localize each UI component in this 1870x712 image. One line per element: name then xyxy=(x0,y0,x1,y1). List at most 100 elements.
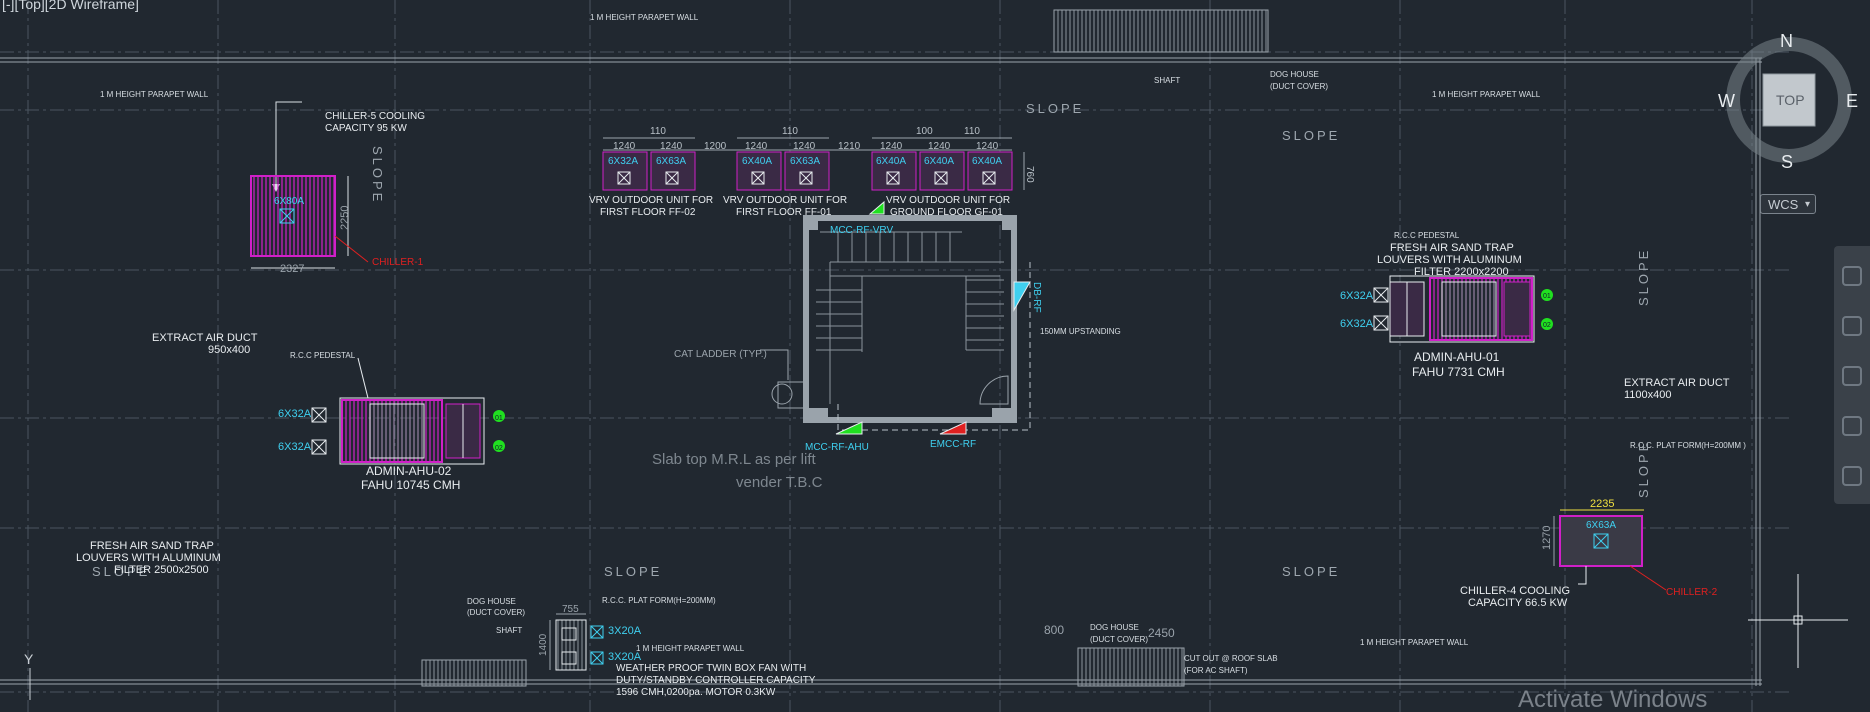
slope-label-4: SLOPE xyxy=(1282,564,1340,579)
chiller-5-dim-h: 2250 xyxy=(339,206,351,230)
mcc-rf-vrv-label: MCC-RF-VRV xyxy=(830,225,893,236)
navigation-bar xyxy=(1834,246,1870,504)
admin-ahu-01[interactable] xyxy=(1373,275,1553,343)
fan-breaker-2: 3X20A xyxy=(608,651,642,663)
ahu-02-grille-2-label: 02 xyxy=(495,445,503,452)
pan-icon[interactable] xyxy=(1842,316,1862,336)
mcc-rf-ahu-panel xyxy=(835,421,863,435)
cutout-label-1: CUT OUT @ ROOF SLAB xyxy=(1184,654,1278,663)
chiller-4-breaker: 6X63A xyxy=(1586,520,1616,531)
doghouse-top-label-2: (DUCT COVER) xyxy=(1270,82,1328,91)
compass-south[interactable]: S xyxy=(1781,152,1793,172)
rcc-plat-mid-label: R.C.C. PLAT FORM(H=200MM) xyxy=(602,596,716,605)
upstanding-label: 150MM UPSTANDING xyxy=(1040,327,1121,336)
extract-left-label-2: 950x400 xyxy=(208,344,250,356)
drawing-canvas[interactable]: 1 M HEIGHT PARAPET WALL 1 M HEIGHT PARAP… xyxy=(0,0,1870,712)
activate-windows-watermark: Activate Windows xyxy=(1518,686,1708,712)
cad-viewport[interactable]: 1 M HEIGHT PARAPET WALL 1 M HEIGHT PARAP… xyxy=(0,0,1870,712)
slope-vertical-1: SLOPE xyxy=(370,146,385,204)
ahu-02-grille-1-label: 01 xyxy=(495,415,503,422)
twin-box-fan[interactable] xyxy=(549,613,604,671)
chiller-5-label-2: CAPACITY 95 KW xyxy=(325,123,407,134)
ahu-02-label-2: FAHU 10745 CMH xyxy=(361,478,460,492)
shaft-top-label: SHAFT xyxy=(1154,76,1180,85)
cat-ladder-label: CAT LADDER (TYP.) xyxy=(674,349,767,360)
vrv-1-label-1: VRV OUTDOOR UNIT FOR xyxy=(589,195,713,206)
parapet-left-label: 1 M HEIGHT PARAPET WALL xyxy=(100,90,209,99)
hatch-block-bottom-mid xyxy=(1077,647,1185,687)
ahu-02-label-1: ADMIN-AHU-02 xyxy=(366,464,452,478)
crosshair-cursor xyxy=(1748,574,1848,668)
viewcube-top-label: TOP xyxy=(1776,92,1805,108)
vrv-dim-i: 1240 xyxy=(976,141,999,152)
chiller-4-label-1: CHILLER-4 COOLING xyxy=(1460,585,1570,597)
vrv-breaker-7: 6X40A xyxy=(972,156,1002,167)
compass-west[interactable]: W xyxy=(1718,91,1735,111)
parapet-bottom-right-label: 1 M HEIGHT PARAPET WALL xyxy=(1360,638,1469,647)
vrv-breaker-2: 6X63A xyxy=(656,156,686,167)
orbit-icon[interactable] xyxy=(1842,416,1862,436)
slope-vertical-3: SLOPE xyxy=(1636,440,1651,498)
door-swing xyxy=(979,375,1009,405)
stair-treads xyxy=(816,231,1004,404)
emcc-rf-label: EMCC-RF xyxy=(930,439,976,450)
slope-label-1: SLOPE xyxy=(1026,101,1084,116)
viewport-controls-label[interactable]: [-][Top][2D Wireframe] xyxy=(2,0,139,12)
showmotion-icon[interactable] xyxy=(1842,466,1862,486)
compass-north[interactable]: N xyxy=(1780,31,1793,51)
doghouse-bm-label-2: (DUCT COVER) xyxy=(1090,635,1148,644)
ucs-y-axis-label: Y xyxy=(24,651,34,667)
vrv-breaker-6: 6X40A xyxy=(924,156,954,167)
fresh-left-label-1: FRESH AIR SAND TRAP xyxy=(90,540,214,552)
parapet-bottom-mid-label: 1 M HEIGHT PARAPET WALL xyxy=(636,644,745,653)
doghouse-top-label-1: DOG HOUSE xyxy=(1270,70,1319,79)
db-rf-panel xyxy=(1013,281,1031,312)
vrv-dim-top-2: 110 xyxy=(782,126,798,137)
vrv-dim-a: 1240 xyxy=(613,141,636,152)
ucs-menu-button[interactable]: WCS ▾ xyxy=(1760,194,1816,214)
admin-ahu-02[interactable] xyxy=(311,357,505,465)
fan-label-3: 1596 CMH,0200pa. MOTOR 0.3KW xyxy=(616,687,776,698)
vrv-dim-h: 1240 xyxy=(928,141,951,152)
doghouse-bm-label-1: DOG HOUSE xyxy=(1090,623,1139,632)
ahu-01-label-2: FAHU 7731 CMH xyxy=(1412,365,1505,379)
chiller-5-dim-w: 2327 xyxy=(280,263,304,275)
hatch-block-top xyxy=(1053,9,1269,53)
chiller-5-label-1: CHILLER-5 COOLING xyxy=(325,111,425,122)
ahu-01-grille-2-label: 02 xyxy=(1543,322,1551,329)
slab-note-1: Slab top M.R.L as per lift xyxy=(652,451,817,468)
ahu-01-grille-1-label: 01 xyxy=(1543,293,1551,300)
chiller-4-dim-w: 2235 xyxy=(1590,498,1614,510)
vrv-dim-f: 1210 xyxy=(838,141,861,152)
shaft-bl-label: SHAFT xyxy=(496,626,522,635)
stair-core[interactable] xyxy=(760,200,1031,435)
ahu-01-label-1: ADMIN-AHU-01 xyxy=(1414,350,1500,364)
emcc-rf-panel xyxy=(939,421,967,435)
ahu-02-breaker-2: 6X32A xyxy=(278,441,312,453)
vrv-dim-b: 1240 xyxy=(660,141,683,152)
fan-dim-h: 1400 xyxy=(538,633,549,656)
db-rf-label: DB-RF xyxy=(1031,282,1042,313)
fresh-left-label-3: FILTER 2500x2500 xyxy=(114,564,209,576)
vrv-dim-c: 1200 xyxy=(704,141,727,152)
fan-breaker-1: 3X20A xyxy=(608,625,642,637)
vrv-dim-top-4: 110 xyxy=(964,126,980,137)
vrv-dim-top-1: 110 xyxy=(650,126,666,137)
slope-vertical-2: SLOPE xyxy=(1636,248,1651,306)
steering-wheel-icon[interactable] xyxy=(1842,266,1862,286)
ucs-menu-label: WCS xyxy=(1768,197,1799,212)
chiller-4-dim-h: 1270 xyxy=(1541,526,1553,550)
extract-right-label-2: 1100x400 xyxy=(1624,389,1672,401)
chiller-5-tag: CHILLER-1 xyxy=(372,257,424,268)
chiller-4-tag: CHILLER-2 xyxy=(1666,587,1718,598)
zoom-extents-icon[interactable] xyxy=(1842,366,1862,386)
cutout-label-2: (FOR AC SHAFT) xyxy=(1184,666,1248,675)
vrv-dim-side: 760 xyxy=(1024,166,1035,183)
slope-label-2: SLOPE xyxy=(1282,128,1340,143)
extract-left-label-1: EXTRACT AIR DUCT xyxy=(152,332,258,344)
vrv-1-label-2: FIRST FLOOR FF-02 xyxy=(600,207,696,218)
fresh-right-label-1: FRESH AIR SAND TRAP xyxy=(1390,242,1514,254)
compass-east[interactable]: E xyxy=(1846,91,1858,111)
parapet-top-label: 1 M HEIGHT PARAPET WALL xyxy=(590,13,699,22)
extract-right-label-1: EXTRACT AIR DUCT xyxy=(1624,377,1730,389)
